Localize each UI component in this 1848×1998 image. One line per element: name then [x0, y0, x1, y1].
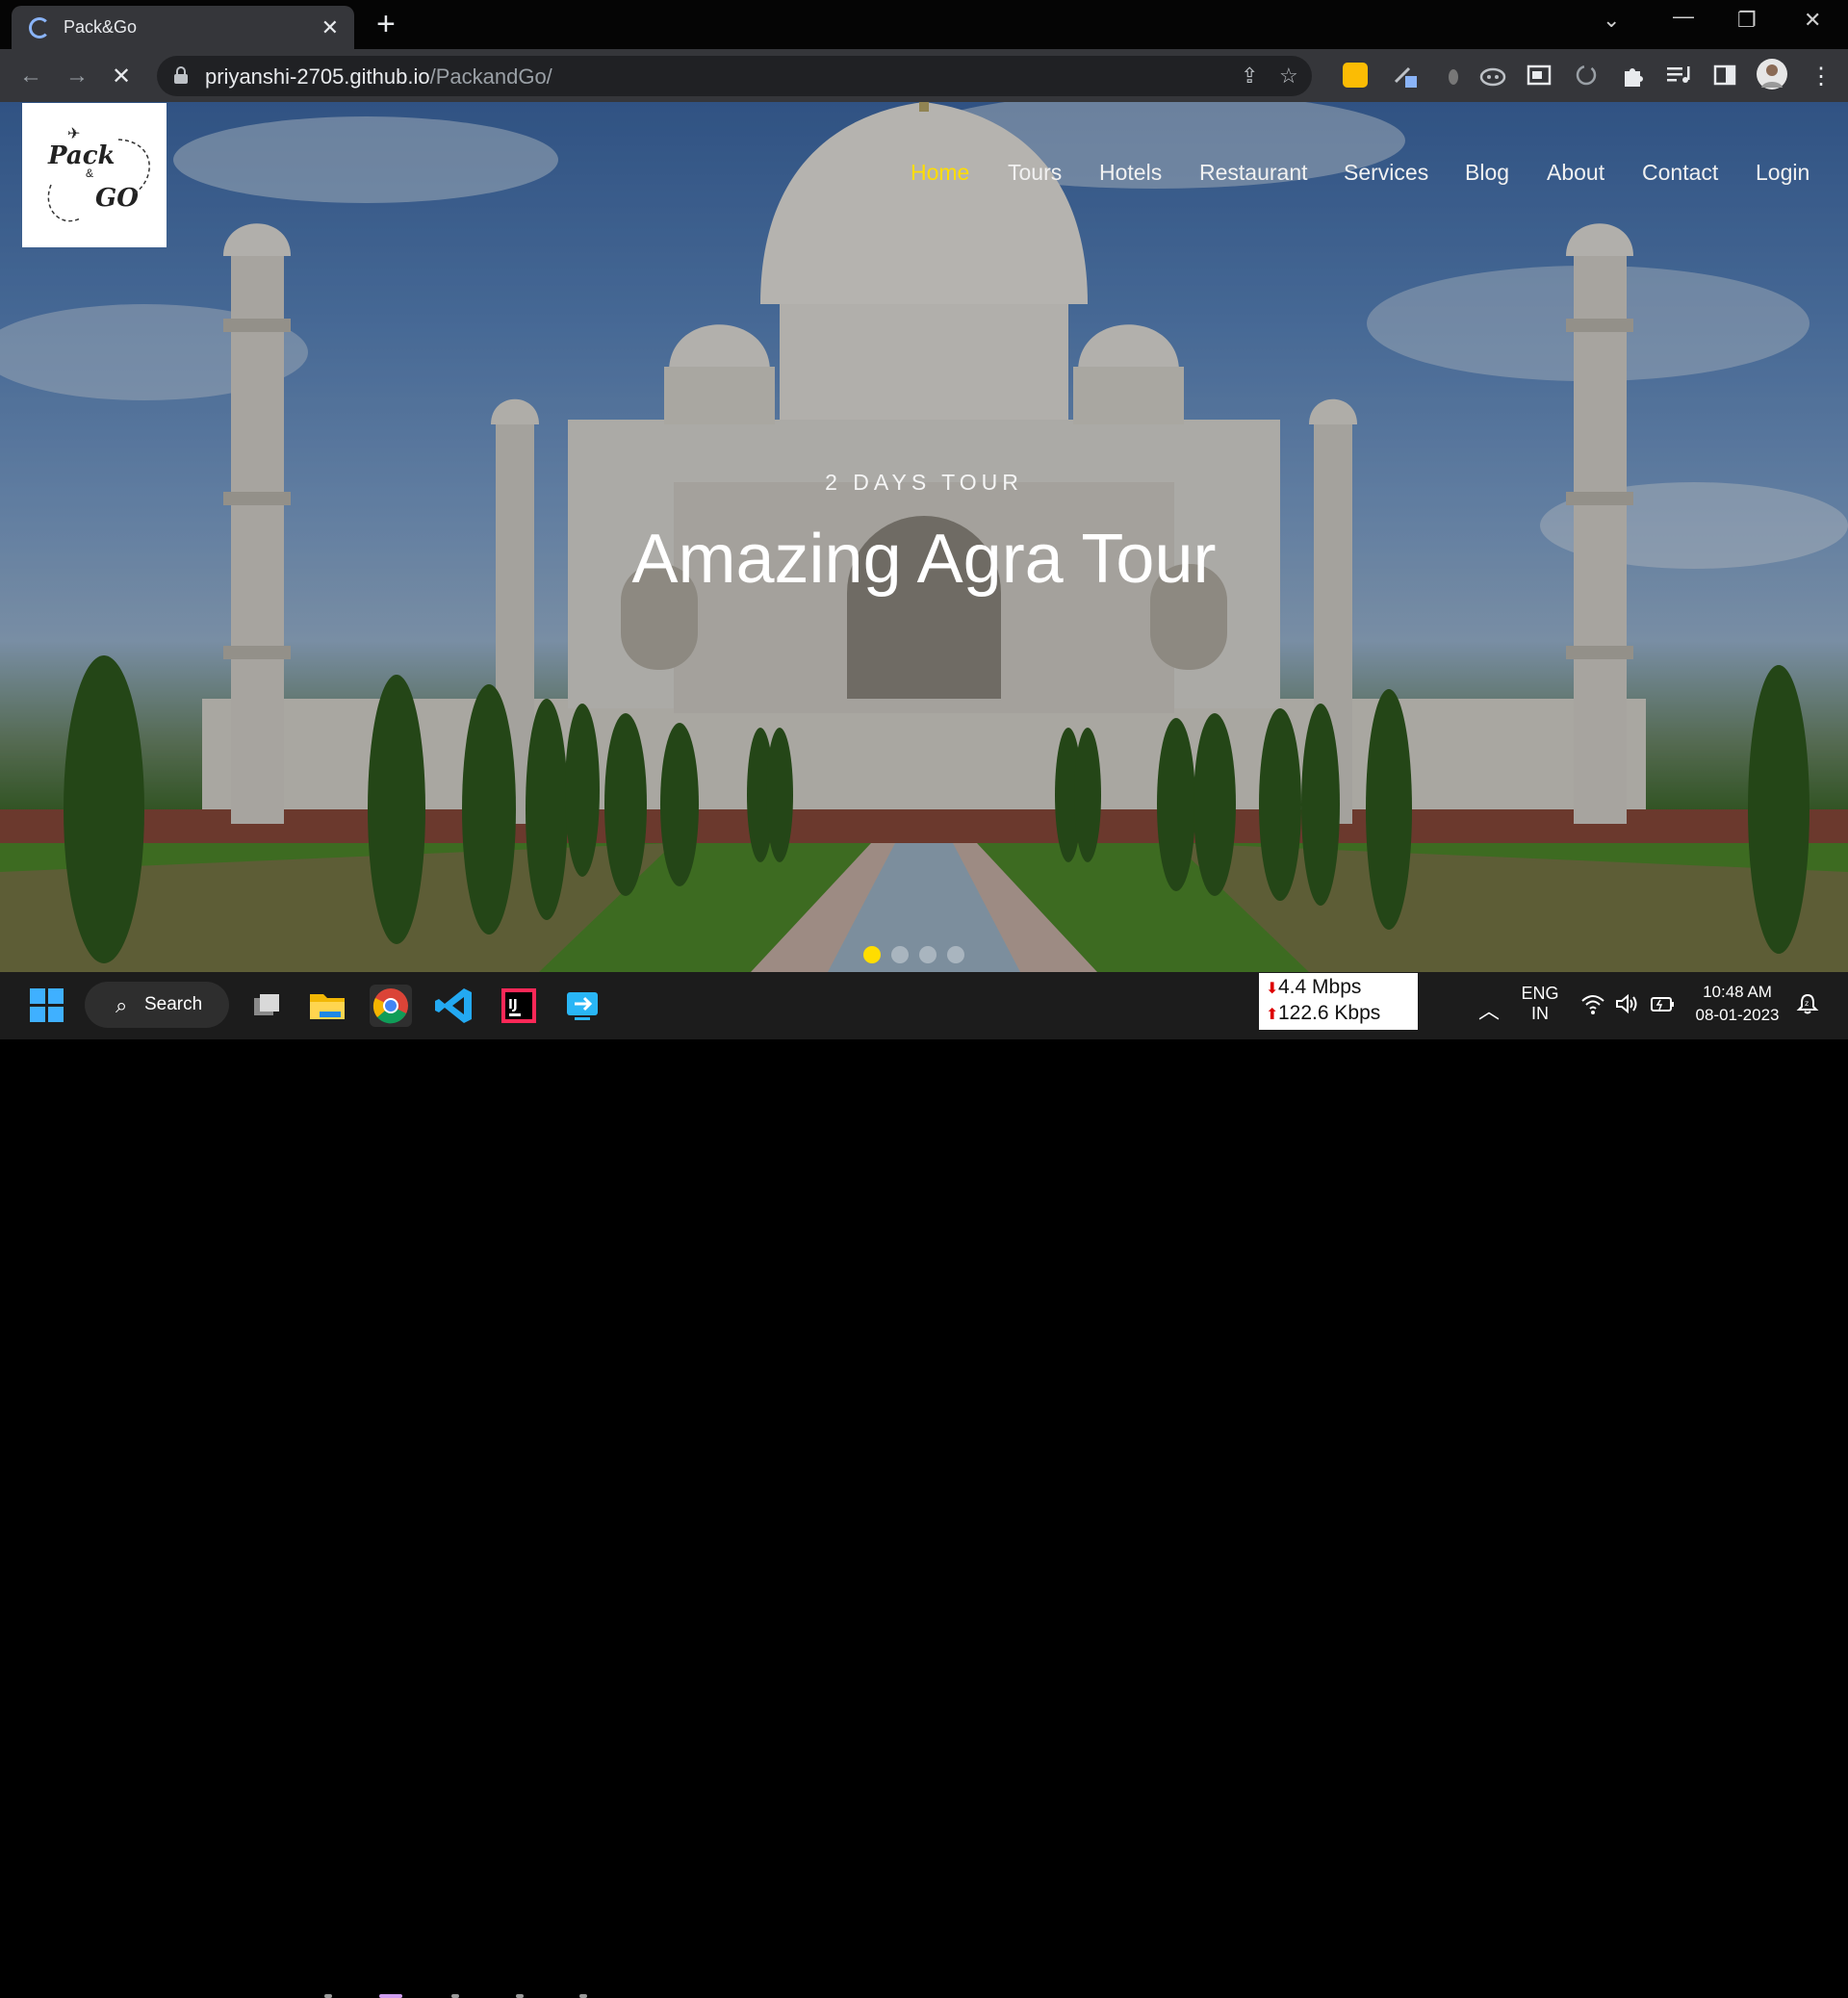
carousel-dot[interactable] [863, 946, 881, 963]
loading-spinner-icon [29, 17, 50, 38]
nav-tours[interactable]: Tours [1008, 160, 1062, 186]
tab-title: Pack&Go [64, 17, 138, 37]
search-label: Search [144, 994, 203, 1014]
volume-icon[interactable] [1615, 992, 1640, 1021]
chevron-up-icon[interactable]: ︿ [1478, 994, 1500, 1025]
vscode-icon[interactable] [433, 985, 475, 1027]
nav-contact[interactable]: Contact [1642, 160, 1718, 186]
intellij-running-indicator [516, 1994, 524, 1998]
site-logo[interactable]: ✈ Pack & GO [22, 103, 167, 247]
logo-dashed-path [47, 139, 150, 222]
nav-services[interactable]: Services [1344, 160, 1428, 186]
nav-hotels[interactable]: Hotels [1099, 160, 1162, 186]
carousel-dot[interactable] [947, 946, 964, 963]
new-tab-icon[interactable]: + [376, 6, 396, 43]
extension-cloud-icon[interactable] [1478, 63, 1506, 88]
file-explorer-icon[interactable] [306, 985, 348, 1027]
tab-search-icon[interactable]: ⌄ [1603, 8, 1620, 33]
close-tab-icon[interactable]: ✕ [321, 15, 339, 40]
intellij-icon[interactable]: IJ [498, 985, 540, 1027]
hero-headline: Amazing Agra Tour [631, 521, 1217, 598]
wifi-icon[interactable] [1580, 992, 1605, 1021]
taskbar: ⌕ Search IJ [0, 972, 1848, 1998]
svg-text:IJ: IJ [508, 998, 518, 1012]
url-text[interactable]: priyanshi-2705.github.io/PackandGo/ [205, 64, 552, 90]
upload-arrow-icon: ⬆ [1266, 1007, 1279, 1023]
media-controls-icon[interactable] [1665, 63, 1690, 88]
carousel-dot[interactable] [891, 946, 909, 963]
browser-tab[interactable]: Pack&Go ✕ [12, 6, 354, 49]
forward-icon[interactable]: → [65, 63, 89, 90]
svg-text:z: z [1805, 999, 1809, 1008]
nav-home[interactable]: Home [911, 160, 969, 186]
side-panel-icon[interactable] [1712, 63, 1737, 88]
task-view-icon[interactable] [244, 985, 287, 1027]
extension-keep-icon[interactable] [1343, 63, 1368, 88]
explorer-running-indicator [324, 1994, 332, 1998]
nav-about[interactable]: About [1547, 160, 1604, 186]
nav-restaurant[interactable]: Restaurant [1199, 160, 1308, 186]
remote-running-indicator [579, 1994, 587, 1998]
remote-app-icon[interactable] [561, 985, 603, 1027]
language-indicator[interactable]: ENG IN [1518, 984, 1562, 1024]
nav-blog[interactable]: Blog [1465, 160, 1509, 186]
back-icon[interactable]: ← [19, 63, 42, 90]
page-viewport: ✈ Pack & GO Home Tours Hotels Restaurant… [0, 102, 1848, 972]
extensions-puzzle-icon[interactable] [1620, 63, 1645, 88]
carousel-dot[interactable] [919, 946, 937, 963]
battery-icon[interactable] [1650, 992, 1677, 1021]
chrome-active-indicator [379, 1994, 402, 1998]
bookmark-star-icon[interactable]: ☆ [1279, 64, 1298, 89]
clock-date: 08-01-2023 [1695, 1006, 1780, 1024]
restore-icon[interactable]: ❐ [1737, 8, 1757, 33]
download-arrow-icon: ⬇ [1266, 981, 1279, 997]
language-code: ENG [1521, 984, 1559, 1003]
region-code: IN [1531, 1004, 1549, 1023]
taskbar-search[interactable]: ⌕ Search [85, 982, 229, 1028]
close-window-icon[interactable]: ✕ [1804, 8, 1821, 33]
clock-time: 10:48 AM [1703, 983, 1772, 1001]
download-speed: 4.4 Mbps [1278, 976, 1362, 998]
tab-strip: Pack&Go ✕ + ⌄ — ❐ ✕ [0, 0, 1848, 49]
browser-toolbar: ← → ✕ priyanshi-2705.github.io/PackandGo… [0, 49, 1848, 102]
notification-bell-icon[interactable]: z [1796, 992, 1819, 1021]
lock-icon[interactable] [174, 66, 188, 84]
search-icon: ⌕ [116, 993, 128, 1017]
share-icon[interactable]: ⇪ [1241, 64, 1258, 89]
hero-subtitle: 2 DAYS TOUR [825, 470, 1023, 495]
minimize-icon[interactable]: — [1673, 4, 1694, 29]
extension-window-icon[interactable] [1527, 63, 1552, 88]
windows-start-icon[interactable] [30, 988, 64, 1023]
extension-dropper-icon[interactable] [1441, 63, 1466, 88]
address-bar[interactable]: priyanshi-2705.github.io/PackandGo/ ⇪ ☆ [157, 56, 1312, 96]
network-speed-widget: ⬇ 4.4 Mbps ⬆ 122.6 Kbps [1259, 973, 1418, 1030]
upload-speed: 122.6 Kbps [1278, 1002, 1381, 1024]
vscode-running-indicator [451, 1994, 459, 1998]
profile-avatar[interactable] [1757, 59, 1787, 90]
chrome-app-icon[interactable] [370, 985, 412, 1027]
nav-login[interactable]: Login [1756, 160, 1810, 186]
clock[interactable]: 10:48 AM 08-01-2023 [1689, 983, 1785, 1025]
stop-loading-icon[interactable]: ✕ [112, 63, 131, 90]
more-menu-icon[interactable]: ⋮ [1810, 63, 1833, 90]
extension-pen-icon[interactable] [1392, 63, 1417, 88]
extension-sync-icon[interactable] [1574, 63, 1599, 88]
